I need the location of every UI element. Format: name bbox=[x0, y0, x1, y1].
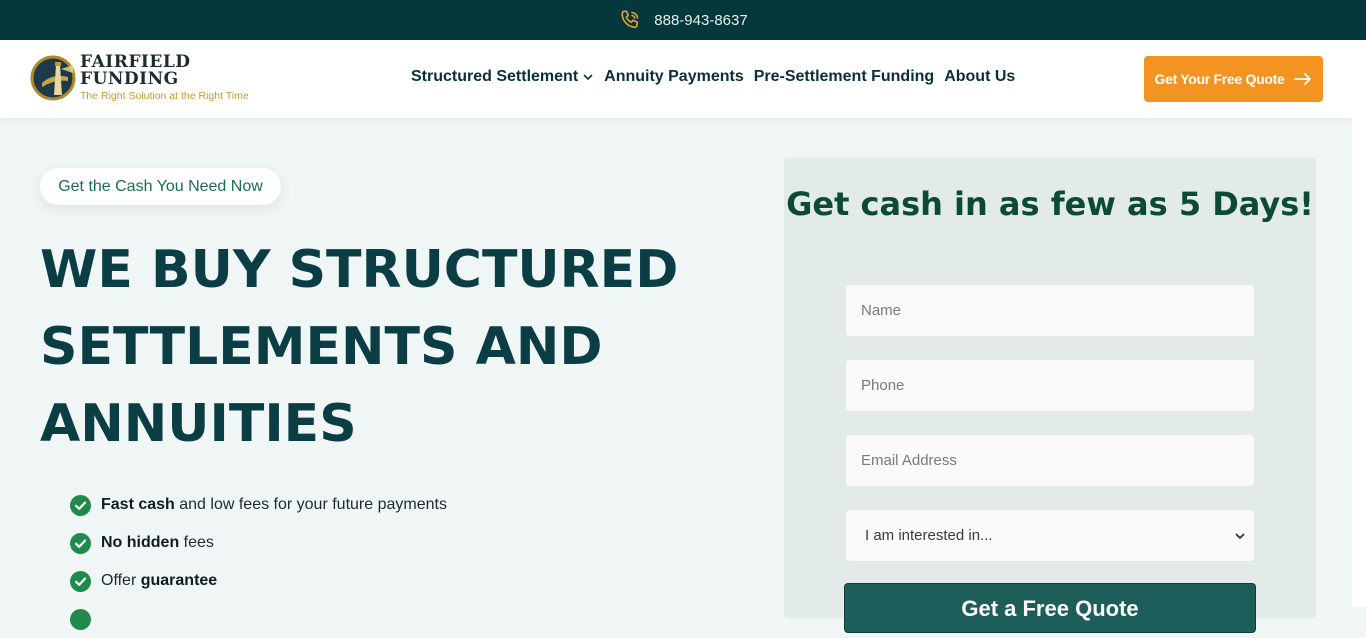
quote-form-card: Get cash in as few as 5 Days! I am inter… bbox=[784, 158, 1316, 633]
nav-item-label: Structured Settlement bbox=[411, 68, 579, 85]
check-circle-icon bbox=[70, 494, 91, 516]
nav-item-about-us[interactable]: About Us bbox=[944, 68, 1015, 86]
phone-field[interactable] bbox=[845, 359, 1255, 412]
cta-label: Get Your Free Quote bbox=[1154, 71, 1285, 87]
check-circle-icon bbox=[70, 532, 91, 554]
topbar-phone-number[interactable]: 888-943-8637 bbox=[654, 12, 747, 29]
eyebrow-badge: Get the Cash You Need Now bbox=[40, 168, 281, 205]
top-contact-bar: 888-943-8637 bbox=[0, 0, 1366, 40]
interest-select-value: I am interested in... bbox=[865, 527, 993, 544]
nav-item-label: Annuity Payments bbox=[604, 68, 744, 85]
logo-tagline: The Right Solution at the Right Time bbox=[80, 90, 249, 103]
chevron-down-icon bbox=[1234, 530, 1246, 542]
list-item: Offer guarantee bbox=[70, 562, 447, 600]
arrow-right-icon bbox=[1294, 72, 1312, 86]
interest-select[interactable]: I am interested in... bbox=[845, 509, 1255, 562]
feature-text: and low fees for your future payments bbox=[174, 496, 447, 513]
check-circle-icon bbox=[70, 570, 91, 592]
feature-bold: No hidden bbox=[101, 534, 180, 551]
check-circle-icon bbox=[70, 608, 91, 630]
nav-item-pre-settlement-funding[interactable]: Pre-Settlement Funding bbox=[754, 68, 934, 86]
site-header: FAIRFIELD FUNDING The Right Solution at … bbox=[0, 40, 1352, 118]
list-item bbox=[70, 600, 447, 638]
phone-icon bbox=[618, 8, 642, 32]
list-item: Fast cash and low fees for your future p… bbox=[70, 486, 447, 524]
logo[interactable]: FAIRFIELD FUNDING The Right Solution at … bbox=[30, 54, 270, 102]
email-field[interactable] bbox=[845, 434, 1255, 487]
chevron-down-icon bbox=[582, 71, 594, 83]
submit-quote-button[interactable]: Get a Free Quote bbox=[844, 583, 1256, 633]
feature-list: Fast cash and low fees for your future p… bbox=[70, 486, 447, 638]
nav-item-label: About Us bbox=[944, 68, 1016, 85]
nav-item-structured-settlement[interactable]: Structured Settlement bbox=[411, 68, 594, 86]
page-edge bbox=[1352, 40, 1366, 607]
logo-name: FAIRFIELD FUNDING bbox=[80, 52, 191, 90]
hero-headline: WE BUY STRUCTURED SETTLEMENTS AND ANNUIT… bbox=[40, 240, 679, 454]
form-title: Get cash in as few as 5 Days! bbox=[786, 185, 1314, 223]
get-free-quote-button[interactable]: Get Your Free Quote bbox=[1144, 56, 1323, 102]
feature-text: fees bbox=[179, 534, 214, 551]
lighthouse-logo-icon bbox=[30, 55, 76, 101]
feature-text: Offer bbox=[101, 572, 141, 589]
main-nav: Structured Settlement Annuity Payments P… bbox=[411, 68, 1025, 86]
name-field[interactable] bbox=[845, 284, 1255, 337]
nav-item-annuity-payments[interactable]: Annuity Payments bbox=[604, 68, 744, 86]
list-item: No hidden fees bbox=[70, 524, 447, 562]
feature-bold: guarantee bbox=[140, 572, 218, 589]
feature-bold: Fast cash bbox=[101, 496, 175, 513]
nav-item-label: Pre-Settlement Funding bbox=[753, 68, 935, 85]
